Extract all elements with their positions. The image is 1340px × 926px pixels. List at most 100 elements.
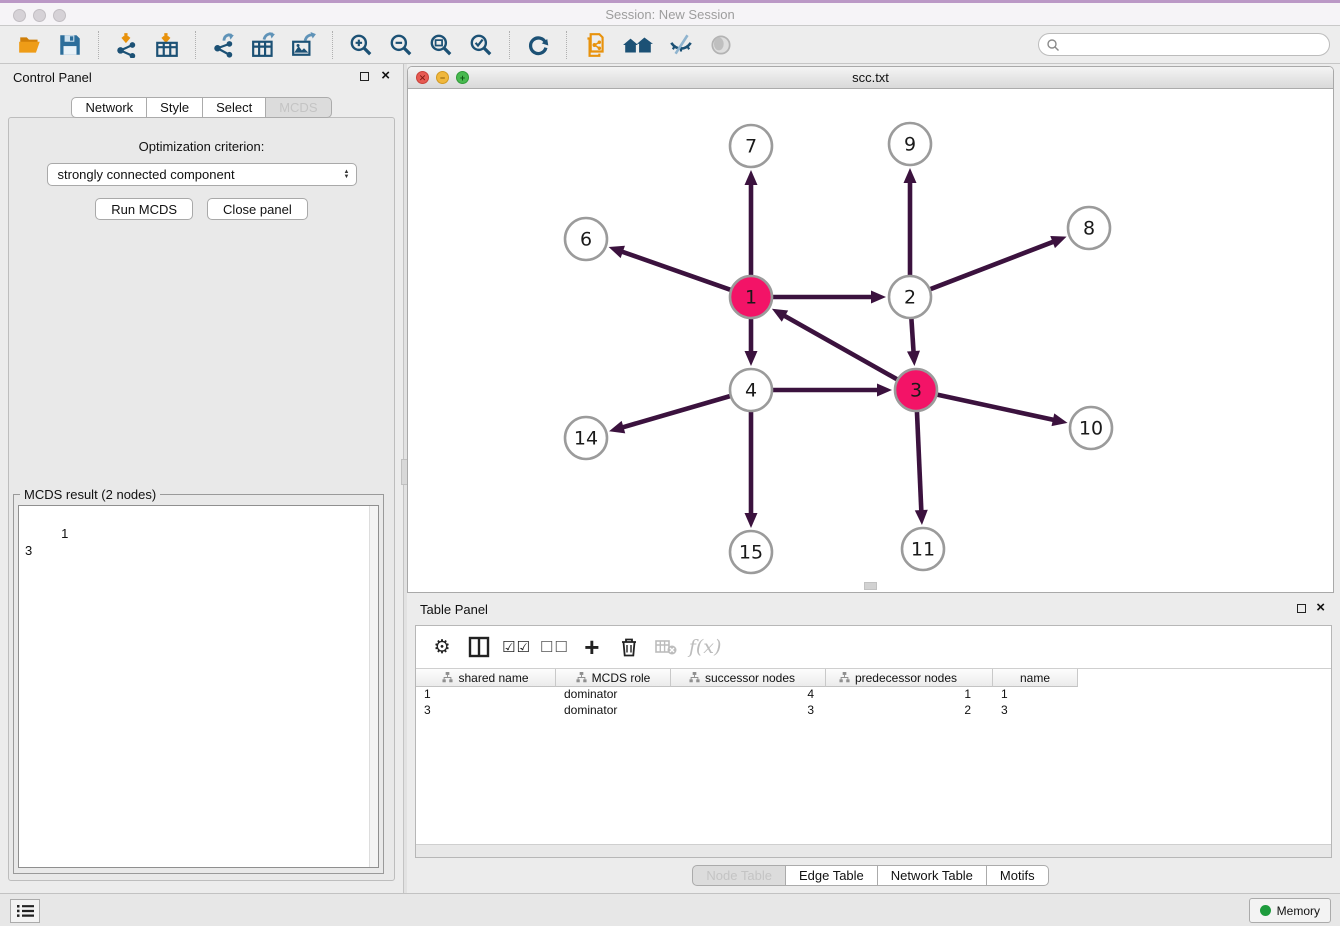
tab-network[interactable]: Network [71,97,147,118]
search-box [1038,33,1330,56]
import-network-icon[interactable] [112,30,142,60]
table-cell: 1 [993,687,1078,703]
mcds-result-list[interactable]: 1 3 [18,505,379,868]
graph-edge-3-11[interactable] [917,411,921,512]
export-network-icon[interactable] [209,30,239,60]
toolbar-separator [509,31,510,59]
hide-graphics-details-icon[interactable] [666,30,696,60]
tab-mcds[interactable]: MCDS [266,97,331,118]
show-columns-icon[interactable] [465,633,493,661]
graph-edge-2-3[interactable] [911,318,913,353]
deselect-all-rows-icon[interactable]: ☐☐ [540,633,569,661]
close-panel-icon[interactable]: × [1316,600,1325,616]
refresh-icon[interactable] [523,30,553,60]
edge-arrowhead [907,351,920,366]
graph-edge-3-10[interactable] [937,394,1055,420]
table-cell: 3 [671,703,826,719]
clone-network-view-icon[interactable] [580,30,610,60]
graph-node-label: 3 [910,380,922,402]
column-header-successor-nodes[interactable]: successor nodes [671,669,826,687]
graph-edge-1-6[interactable] [621,251,731,290]
close-panel-button[interactable]: Close panel [207,198,308,220]
node-table: ⚙ ☑☑ ☐☐ + f(x) shared nameMCDS rolesucce… [415,625,1332,858]
home-layout-icon[interactable] [620,30,656,60]
graph-edge-3-1[interactable] [783,315,897,380]
tab-network-table[interactable]: Network Table [878,865,987,886]
table-row[interactable]: 1dominator411 [416,687,1331,703]
table-cell: dominator [556,687,671,703]
tab-style[interactable]: Style [147,97,203,118]
tab-node-table[interactable]: Node Table [692,865,786,886]
list-icon [17,904,34,918]
task-history-button[interactable] [10,899,40,923]
function-builder-icon: f(x) [689,633,722,661]
zoom-fit-icon[interactable] [426,30,456,60]
graph-node-label: 1 [745,287,757,309]
table-body: 1dominator4113dominator323 [416,687,1331,719]
control-panel: Control Panel × NetworkStyleSelectMCDS O… [0,64,403,893]
optimization-criterion-select[interactable]: strongly connected component ▲▼ [47,163,357,186]
result-scrollbar[interactable] [369,506,378,867]
table-settings-icon[interactable]: ⚙ [428,633,456,661]
column-header-MCDS-role[interactable]: MCDS role [556,669,671,687]
table-cell: dominator [556,703,671,719]
column-type-icon [576,672,587,683]
main-toolbar [0,26,1340,64]
zoom-selected-icon[interactable] [466,30,496,60]
search-input[interactable] [1060,36,1329,54]
graph-edge-4-14[interactable] [622,396,731,428]
delete-column-icon[interactable] [615,633,643,661]
edge-arrowhead [877,384,892,397]
search-icon [1046,38,1060,52]
table-cell: 1 [416,687,556,703]
show-view-icon[interactable] [706,30,736,60]
table-cell: 3 [416,703,556,719]
tab-motifs[interactable]: Motifs [987,865,1049,886]
run-mcds-button[interactable]: Run MCDS [95,198,193,220]
canvas-resize-grip[interactable] [864,582,877,590]
memory-button[interactable]: Memory [1249,898,1331,923]
network-canvas[interactable]: 7968124314101511 [408,89,1333,592]
zoom-in-icon[interactable] [346,30,376,60]
graph-node-label: 7 [745,136,757,158]
export-table-icon[interactable] [249,30,279,60]
select-all-rows-icon[interactable]: ☑☑ [502,633,531,661]
memory-label: Memory [1277,904,1320,918]
column-header-shared-name[interactable]: shared name [416,669,556,687]
edge-arrowhead [1052,413,1068,426]
add-column-icon[interactable]: + [578,633,606,661]
import-table-icon[interactable] [152,30,182,60]
column-type-icon [442,672,453,683]
save-session-icon[interactable] [55,30,85,60]
table-toolbar: ⚙ ☑☑ ☐☐ + f(x) [416,626,1331,668]
tab-select[interactable]: Select [203,97,266,118]
column-type-icon [689,672,700,683]
float-panel-icon[interactable] [1297,604,1306,613]
status-bar: Memory [0,893,1340,926]
column-type-icon [839,672,850,683]
edge-arrowhead [915,510,928,525]
float-panel-icon[interactable] [360,72,369,81]
tab-edge-table[interactable]: Edge Table [786,865,878,886]
edge-arrowhead [609,246,625,258]
column-header-name[interactable]: name [993,669,1078,687]
network-graph[interactable]: 7968124314101511 [408,89,1333,592]
graph-node-label: 9 [904,134,916,156]
open-session-icon[interactable] [15,30,45,60]
export-image-icon[interactable] [289,30,319,60]
column-header-predecessor-nodes[interactable]: predecessor nodes [826,669,993,687]
network-window-titlebar[interactable]: ✕ − + scc.txt [408,67,1333,89]
control-panel-title: Control Panel [13,70,92,85]
toolbar-separator [332,31,333,59]
close-panel-icon[interactable]: × [381,68,390,84]
toolbar-separator [566,31,567,59]
table-bottom-strip [416,844,1331,857]
graph-edge-2-8[interactable] [930,241,1055,289]
edge-arrowhead [904,168,917,183]
network-window-title: scc.txt [408,70,1333,85]
zoom-out-icon[interactable] [386,30,416,60]
select-spinner-icon: ▲▼ [344,170,350,180]
window-titlebar: Session: New Session [0,0,1340,26]
edge-arrowhead [745,513,758,528]
table-row[interactable]: 3dominator323 [416,703,1331,719]
